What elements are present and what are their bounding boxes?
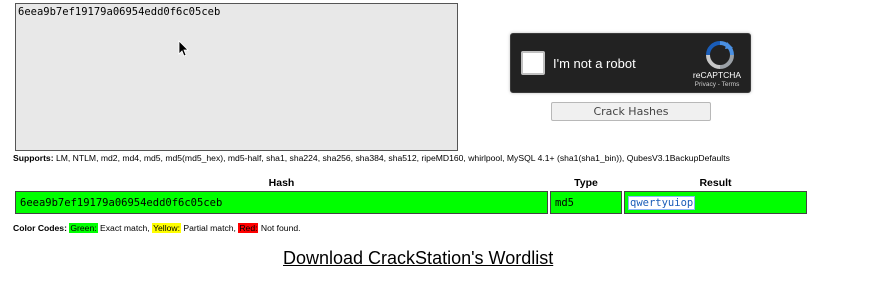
recaptcha-widget: I'm not a robot reCAPTCHA Privacy - Term… [510,33,751,93]
table-row: 6eea9b7ef19179a06954edd0f6c05ceb md5 qwe… [15,191,807,214]
yellow-description: Partial match, [183,223,236,233]
color-codes-label: Color Codes: [13,223,67,233]
green-swatch: Green: [69,223,98,233]
row-hash: 6eea9b7ef19179a06954edd0f6c05ceb [15,191,548,214]
green-description: Exact match, [100,223,150,233]
red-swatch: Red: [238,223,259,233]
supports-label: Supports: [13,153,54,163]
red-description: Not found. [260,223,301,233]
result-value: qwertyuiop [627,195,696,210]
color-codes: Color Codes: Green: Exact match, Yellow:… [13,223,301,233]
header-hash: Hash [268,176,295,189]
hash-input[interactable]: 6eea9b7ef19179a06954edd0f6c05ceb [15,3,458,151]
recaptcha-brand: reCAPTCHA [692,70,742,80]
recaptcha-privacy-terms[interactable]: Privacy - Terms [685,81,749,88]
crack-hashes-button[interactable]: Crack Hashes [551,102,711,121]
header-result: Result [699,176,732,189]
header-type: Type [574,176,598,189]
row-result: qwertyuiop [624,191,807,214]
row-type: md5 [550,191,622,214]
download-wordlist-link[interactable]: Download CrackStation's Wordlist [283,248,553,269]
supports-line: Supports: LM, NTLM, md2, md4, md5, md5(m… [13,153,730,163]
captcha-label: I'm not a robot [553,56,636,71]
captcha-checkbox[interactable] [521,51,545,75]
results-table: Hash Type Result 6eea9b7ef19179a06954edd… [13,174,809,216]
recaptcha-logo-icon [706,41,734,69]
yellow-swatch: Yellow: [152,223,181,233]
supports-list: LM, NTLM, md2, md4, md5, md5(md5_hex), m… [55,153,730,163]
mouse-pointer-icon [178,40,189,57]
